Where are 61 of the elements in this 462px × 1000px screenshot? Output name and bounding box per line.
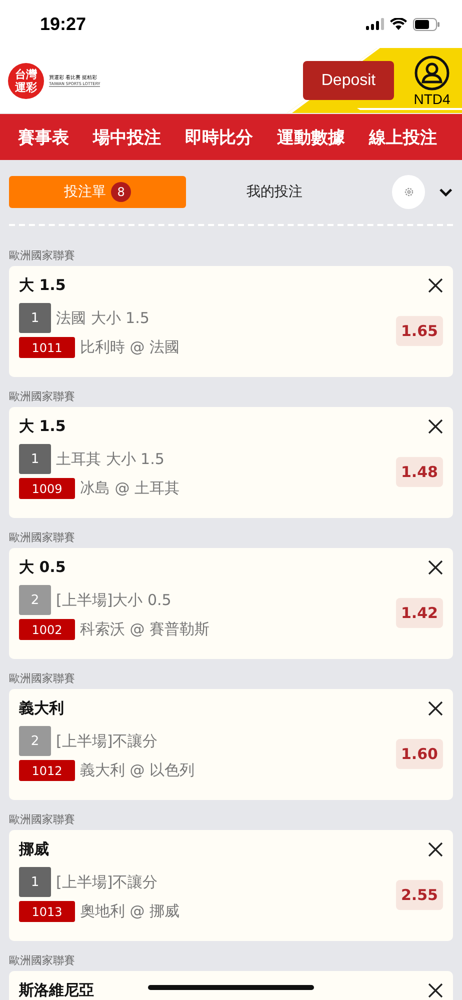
nav-link[interactable]: 運動數據: [277, 126, 345, 148]
match-code: 1013: [19, 901, 75, 922]
battery-icon: [413, 18, 440, 30]
wifi-icon: [390, 18, 407, 30]
bet-title: 挪威: [19, 840, 49, 859]
leg-number: 1: [19, 303, 51, 333]
leg-number: 2: [19, 585, 51, 615]
chevron-down-icon[interactable]: [439, 188, 453, 196]
bet-title: 斯洛維尼亞: [19, 981, 94, 1000]
nav-link[interactable]: 即時比分: [185, 126, 253, 148]
bet-title: 大 1.5: [19, 417, 66, 436]
leg-number: 1: [19, 867, 51, 897]
odds-value[interactable]: 1.60: [396, 738, 443, 768]
bet-title: 大 1.5: [19, 276, 66, 295]
market-text: [上半場]大小 0.5: [56, 590, 172, 610]
nav-link[interactable]: 線上投注: [369, 126, 437, 148]
signal-icon: [366, 18, 384, 30]
market-text: [上半場]不讓分: [56, 872, 158, 892]
league-label: 歐洲國家聯賽: [9, 248, 76, 264]
tab[interactable]: 我的投注: [186, 176, 364, 208]
close-icon[interactable]: [428, 419, 443, 434]
close-icon[interactable]: [428, 842, 443, 857]
odds-value[interactable]: 1.65: [396, 316, 443, 346]
nav-link[interactable]: 賽事表: [18, 126, 69, 148]
nav-link[interactable]: 場中投注: [93, 126, 161, 148]
leg-number: 1: [19, 444, 51, 474]
match-code: 1012: [19, 760, 75, 781]
leg-number: 2: [19, 726, 51, 756]
close-icon[interactable]: [428, 983, 443, 998]
league-label: 歐洲國家聯賽: [9, 671, 76, 687]
league-label: 歐洲國家聯賽: [9, 812, 76, 828]
close-icon[interactable]: [428, 560, 443, 575]
match-text: 冰島 @ 土耳其: [80, 479, 180, 498]
close-icon[interactable]: [428, 278, 443, 293]
bet-title: 義大利: [19, 699, 64, 718]
odds-value[interactable]: 2.55: [396, 880, 443, 910]
market-text: 法國 大小 1.5: [56, 308, 150, 328]
match-text: 義大利 @ 以色列: [80, 761, 195, 780]
logo[interactable]: 台灣運彩: [8, 62, 44, 98]
match-code: 1009: [19, 478, 75, 499]
league-label: 歐洲國家聯賽: [9, 530, 76, 546]
deposit-button[interactable]: Deposit: [303, 61, 394, 100]
bet-title: 大 0.5: [19, 558, 66, 577]
status-time: 19:27: [40, 14, 86, 34]
match-text: 比利時 @ 法國: [80, 338, 180, 357]
tab[interactable]: 投注單 8: [9, 176, 186, 208]
gear-icon: [404, 187, 414, 197]
account-balance: NTD4: [414, 90, 450, 106]
odds-value[interactable]: 1.48: [396, 456, 443, 486]
market-text: 土耳其 大小 1.5: [56, 450, 164, 468]
match-text: 奧地利 @ 挪威: [80, 902, 180, 921]
match-text: 科索沃 @ 賽普勒斯: [80, 620, 210, 639]
count-badge: 8: [111, 182, 132, 202]
market-text: [上半場]不讓分: [56, 732, 158, 750]
close-icon[interactable]: [428, 701, 443, 716]
match-code: 1011: [19, 337, 75, 358]
odds-value[interactable]: 1.42: [396, 598, 443, 628]
user-icon[interactable]: [414, 54, 450, 90]
league-label: 歐洲國家聯賽: [9, 953, 76, 969]
match-code: 1002: [19, 619, 75, 640]
league-label: 歐洲國家聯賽: [9, 389, 76, 405]
